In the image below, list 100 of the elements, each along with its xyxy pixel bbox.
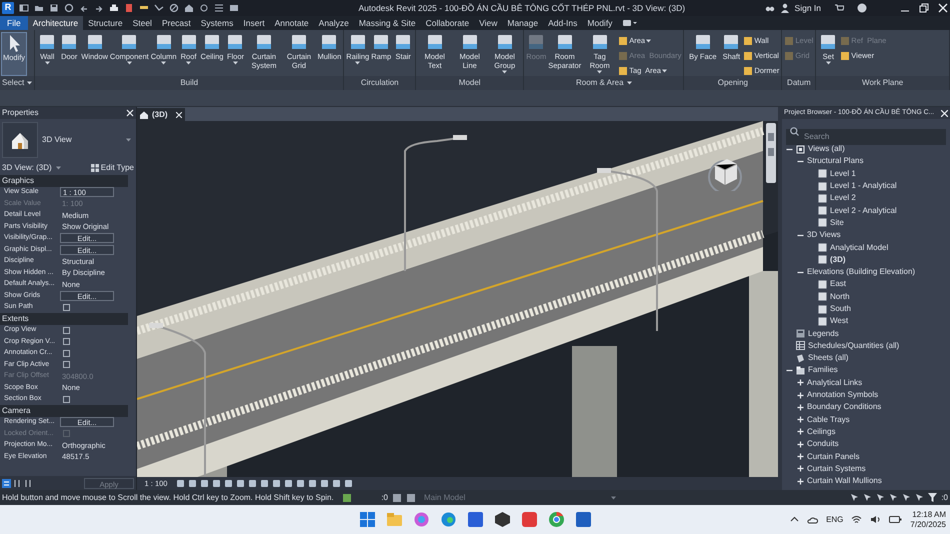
- ribbon-tab[interactable]: Annotate: [270, 16, 314, 30]
- ribbon-group-label[interactable]: Model: [458, 77, 481, 89]
- file-tab[interactable]: File: [0, 16, 28, 30]
- home-icon[interactable]: [184, 3, 194, 13]
- tree-item[interactable]: Analytical Links: [807, 376, 862, 389]
- tree-item[interactable]: Level 1 - Analytical: [830, 180, 897, 192]
- tree-item[interactable]: South: [830, 303, 851, 315]
- line-icon[interactable]: [154, 3, 164, 13]
- tree-item[interactable]: 3D Views: [807, 229, 841, 242]
- tree-item[interactable]: Curtain Wall Mullions: [807, 475, 882, 488]
- tree-item[interactable]: Views (all): [808, 143, 845, 156]
- expand-icon[interactable]: [797, 453, 804, 460]
- tree-item[interactable]: Site: [830, 216, 844, 229]
- ribbon-tab[interactable]: Architecture: [28, 16, 84, 30]
- cart-icon[interactable]: [834, 3, 844, 13]
- checkbox[interactable]: [63, 396, 70, 403]
- sign-in-link[interactable]: Sign In: [794, 2, 821, 14]
- cube-app-icon[interactable]: [494, 511, 510, 528]
- tree-item[interactable]: Level 1: [830, 168, 856, 180]
- app-logo[interactable]: R: [2, 2, 14, 14]
- chrome-icon[interactable]: [548, 511, 564, 528]
- clock-time[interactable]: 12:18 AM: [912, 510, 946, 520]
- tree-item[interactable]: Level 2: [830, 192, 856, 204]
- windows-logo-icon[interactable]: [358, 511, 376, 528]
- ribbon-tab[interactable]: Modify: [582, 16, 618, 30]
- tree-item[interactable]: Conduits: [807, 438, 839, 450]
- search-field[interactable]: Search: [786, 128, 946, 144]
- tree-item[interactable]: Cable Trays: [807, 414, 850, 426]
- ribbon-tab[interactable]: Structure: [83, 16, 128, 30]
- ribbon-tab[interactable]: Steel: [128, 16, 157, 30]
- ribbon-tab[interactable]: Precast: [156, 16, 196, 30]
- tree-item[interactable]: (3D): [830, 254, 846, 266]
- document-tab[interactable]: (3D): [137, 108, 185, 121]
- tree-item[interactable]: Curtain Panels: [807, 450, 860, 463]
- ribbon-group-label[interactable]: Select: [2, 77, 32, 89]
- filter-icon[interactable]: [928, 493, 938, 502]
- panel-toggle-icon[interactable]: [623, 19, 638, 27]
- restore-icon[interactable]: [919, 3, 929, 13]
- close-icon[interactable]: [938, 3, 948, 13]
- expand-icon[interactable]: [797, 392, 804, 399]
- section-header[interactable]: Graphics: [0, 175, 128, 186]
- tree-item[interactable]: West: [830, 315, 848, 328]
- ribbon-tab[interactable]: Analyze: [314, 16, 354, 30]
- ribbon-tab[interactable]: Systems: [196, 16, 238, 30]
- tree-item[interactable]: Legends: [808, 328, 839, 340]
- tree-item[interactable]: Elevations (Building Elevation): [807, 266, 916, 278]
- ribbon-tab[interactable]: Insert: [238, 16, 270, 30]
- edge-icon[interactable]: [440, 511, 456, 528]
- checkbox[interactable]: [63, 361, 70, 368]
- print-icon[interactable]: [109, 3, 119, 13]
- language-indicator[interactable]: ENG: [826, 514, 844, 526]
- expand-icon[interactable]: [797, 379, 804, 386]
- redo-icon[interactable]: [94, 3, 104, 13]
- user-icon[interactable]: [780, 3, 790, 13]
- tree-item[interactable]: Ceilings: [807, 426, 836, 438]
- expand-icon[interactable]: [797, 478, 804, 485]
- list-icon[interactable]: [214, 3, 224, 13]
- close-icon[interactable]: [176, 112, 182, 118]
- tree-item[interactable]: Level 2 - Analytical: [830, 204, 897, 217]
- tree-item[interactable]: Sheets (all): [808, 352, 848, 364]
- chevron-up-icon[interactable]: [790, 515, 800, 524]
- edit-type-button[interactable]: Edit Type: [90, 162, 134, 174]
- section-header[interactable]: Camera: [0, 405, 128, 416]
- battery-icon[interactable]: [889, 515, 902, 524]
- tree-item[interactable]: Analytical Model: [830, 242, 888, 254]
- tree-item[interactable]: Boundary Conditions: [807, 401, 882, 414]
- expand-icon[interactable]: [797, 465, 804, 472]
- save-icon[interactable]: [49, 3, 59, 13]
- checkbox[interactable]: [63, 326, 70, 334]
- open-folder-icon[interactable]: [34, 3, 44, 13]
- checkbox[interactable]: [63, 304, 70, 311]
- checkbox[interactable]: [63, 338, 70, 346]
- undo-icon[interactable]: [79, 3, 89, 13]
- navigation-bar-icon[interactable]: [766, 123, 776, 183]
- type-selector[interactable]: 3D View: [42, 122, 134, 158]
- tree-item[interactable]: Structural Plans: [807, 155, 864, 168]
- menu-icon[interactable]: [19, 3, 29, 13]
- view-selector-dropdown[interactable]: 3D View: (3D): [2, 162, 61, 174]
- close-icon[interactable]: [941, 110, 948, 116]
- tree-item[interactable]: Schedules/Quantities (all): [808, 340, 900, 352]
- tree-item[interactable]: East: [830, 278, 846, 290]
- tree-item[interactable]: Curtain Systems: [807, 462, 866, 475]
- expand-icon[interactable]: [797, 440, 804, 448]
- expand-icon[interactable]: [797, 404, 804, 411]
- tree-item[interactable]: Families: [808, 364, 838, 376]
- clock-date[interactable]: 7/20/2025: [910, 520, 946, 530]
- ribbon-tab[interactable]: Add-Ins: [543, 16, 582, 30]
- checkbox[interactable]: [63, 350, 70, 357]
- expand-icon[interactable]: [797, 428, 804, 436]
- ribbon-tab[interactable]: Massing & Site: [354, 16, 421, 30]
- ribbon-tab[interactable]: Manage: [502, 16, 544, 30]
- wifi-icon[interactable]: [851, 515, 862, 524]
- ribbon-group-label[interactable]: Build: [180, 77, 198, 89]
- ribbon-tab[interactable]: Collaborate: [420, 16, 474, 30]
- close-icon[interactable]: [126, 109, 134, 117]
- section-header[interactable]: Extents: [0, 313, 128, 324]
- cloud-icon[interactable]: [807, 515, 818, 524]
- speaker-icon[interactable]: [870, 515, 882, 524]
- expand-icon[interactable]: [797, 416, 804, 424]
- window-switch-icon[interactable]: [229, 3, 239, 13]
